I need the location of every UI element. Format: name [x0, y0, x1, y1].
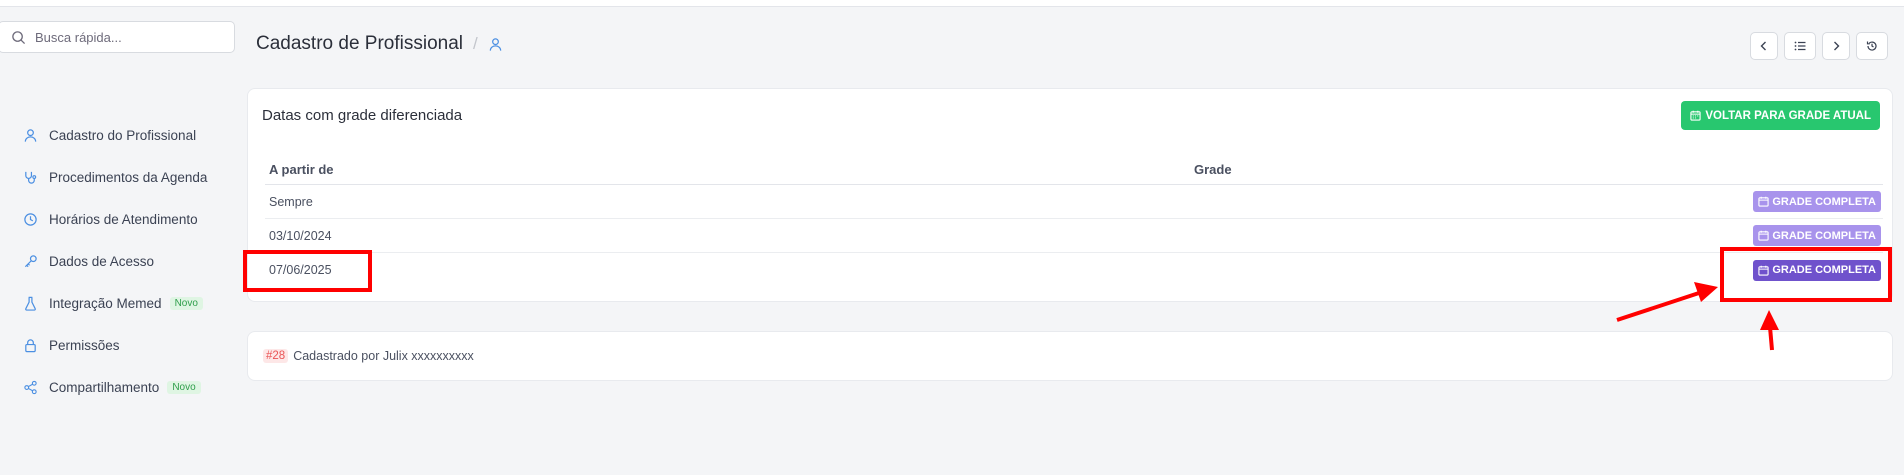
quick-search[interactable]	[0, 21, 235, 53]
top-bar	[0, 0, 1904, 7]
column-header-grade: Grade	[1194, 162, 1232, 177]
chevron-right-icon	[1834, 41, 1840, 51]
button-label: VOLTAR PARA GRADE ATUAL	[1705, 109, 1871, 122]
row-date: Sempre	[269, 194, 313, 209]
breadcrumb: Cadastro de Profissional /	[256, 33, 503, 55]
list-icon	[1794, 41, 1806, 51]
sidebar-item-label: Permissões	[49, 337, 120, 353]
calendar-icon	[1758, 196, 1769, 207]
sidebar-item-permissoes[interactable]: Permissões	[22, 324, 207, 366]
sidebar: Cadastro do Profissional Procedimentos d…	[22, 114, 207, 408]
schedule-dates-card: Datas com grade diferenciada VOLTAR PARA…	[247, 88, 1893, 302]
user-icon	[22, 127, 38, 143]
calendar-icon	[1690, 110, 1701, 121]
list-button[interactable]	[1784, 32, 1816, 60]
share-icon	[22, 379, 38, 395]
sidebar-item-compartilhamento[interactable]: Compartilhamento Novo	[22, 366, 207, 408]
search-icon	[12, 30, 26, 44]
search-input[interactable]	[35, 29, 215, 45]
history-icon	[1866, 41, 1877, 51]
table-header: A partir de Grade	[265, 155, 1883, 185]
next-button[interactable]	[1822, 32, 1850, 60]
row-date: 03/10/2024	[269, 228, 332, 243]
table-row: 03/10/2024 GRADE COMPLETA	[265, 219, 1883, 253]
sidebar-item-memed[interactable]: Integração Memed Novo	[22, 282, 207, 324]
breadcrumb-separator: /	[473, 34, 478, 53]
calendar-icon	[1758, 265, 1769, 276]
table-row: Sempre GRADE COMPLETA	[265, 185, 1883, 219]
sidebar-item-label: Cadastro do Profissional	[49, 127, 197, 143]
card-title: Datas com grade diferenciada	[262, 107, 463, 124]
sidebar-item-cadastro[interactable]: Cadastro do Profissional	[22, 114, 207, 156]
grade-completa-button[interactable]: GRADE COMPLETA	[1753, 191, 1881, 212]
row-date: 07/06/2025	[269, 263, 332, 277]
new-badge: Novo	[169, 296, 203, 310]
grade-completa-button-active[interactable]: GRADE COMPLETA	[1753, 259, 1881, 281]
record-navigation	[1750, 32, 1888, 60]
sidebar-item-label: Compartilhamento	[49, 379, 160, 395]
sidebar-item-acesso[interactable]: Dados de Acesso	[22, 240, 207, 282]
lock-icon	[22, 337, 38, 353]
calendar-icon	[1758, 230, 1769, 241]
chevron-left-icon	[1760, 41, 1766, 51]
previous-button[interactable]	[1750, 32, 1778, 60]
sidebar-item-label: Procedimentos da Agenda	[49, 169, 208, 185]
row-grade-cell: GRADE COMPLETA	[1194, 225, 1883, 246]
sidebar-item-label: Dados de Acesso	[49, 253, 155, 269]
column-header-date: A partir de	[269, 162, 334, 177]
history-button[interactable]	[1856, 32, 1888, 60]
button-label: GRADE COMPLETA	[1772, 229, 1876, 242]
row-grade-cell: GRADE COMPLETA	[1194, 191, 1883, 212]
grade-completa-button[interactable]: GRADE COMPLETA	[1753, 225, 1881, 246]
page-title: Cadastro de Profissional	[256, 33, 463, 54]
button-label: GRADE COMPLETA	[1772, 195, 1876, 208]
back-to-current-schedule-button[interactable]: VOLTAR PARA GRADE ATUAL	[1681, 101, 1880, 130]
created-by-text: Cadastrado por Julix xxxxxxxxxx	[293, 349, 474, 363]
record-id-badge: #28	[263, 349, 289, 363]
sidebar-item-horarios[interactable]: Horários de Atendimento	[22, 198, 207, 240]
schedule-table: A partir de Grade Sempre GRADE COMPLETA …	[265, 155, 1883, 287]
sidebar-item-label: Integração Memed	[49, 295, 162, 311]
table-row: 07/06/2025 GRADE COMPLETA	[265, 253, 1883, 287]
clock-icon	[22, 211, 38, 227]
audit-footer: #28 Cadastrado por Julix xxxxxxxxxx	[247, 331, 1893, 381]
stethoscope-icon	[22, 169, 38, 185]
flask-icon	[22, 295, 38, 311]
row-grade-cell: GRADE COMPLETA	[1194, 259, 1883, 281]
key-icon	[22, 253, 38, 269]
button-label: GRADE COMPLETA	[1772, 264, 1876, 276]
sidebar-item-procedimentos[interactable]: Procedimentos da Agenda	[22, 156, 207, 198]
new-badge: Novo	[167, 380, 201, 394]
user-icon	[489, 37, 501, 51]
sidebar-item-label: Horários de Atendimento	[49, 211, 198, 227]
